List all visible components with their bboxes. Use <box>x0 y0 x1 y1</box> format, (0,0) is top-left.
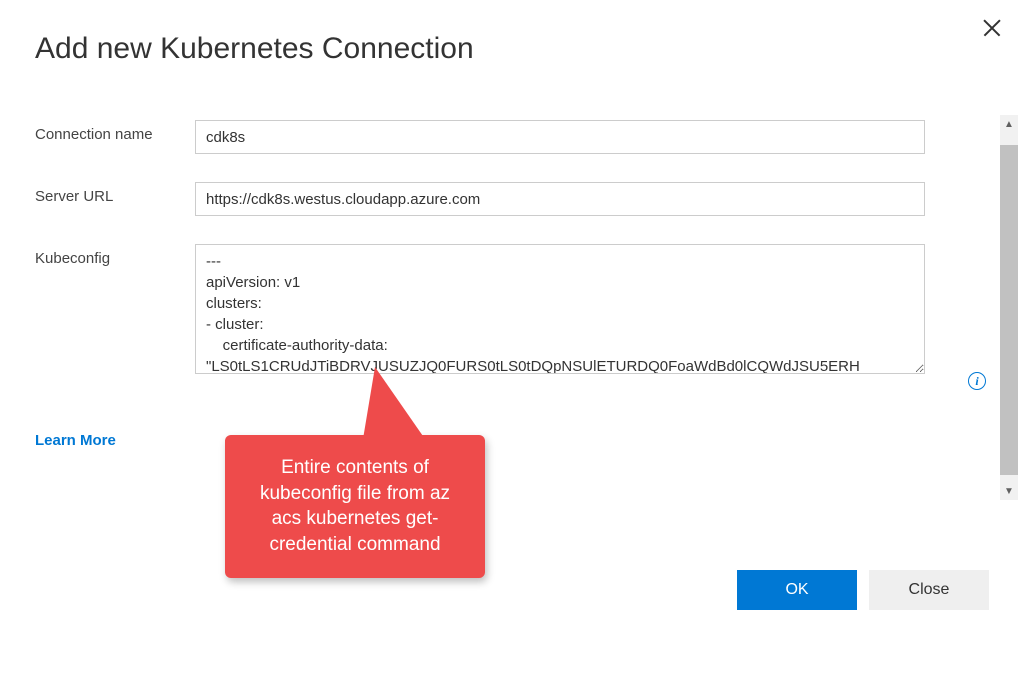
button-bar: OK Close <box>737 570 989 610</box>
callout-pointer-icon <box>363 367 425 439</box>
scrollbar-thumb[interactable] <box>1000 145 1018 475</box>
server-url-input[interactable] <box>195 182 925 216</box>
callout-text: Entire contents of kubeconfig file from … <box>260 457 450 555</box>
ok-button[interactable]: OK <box>737 570 857 610</box>
dialog-title: Add new Kubernetes Connection <box>0 0 1024 66</box>
scroll-up-arrow[interactable]: ▲ <box>1000 115 1018 133</box>
connection-name-input[interactable] <box>195 120 925 154</box>
close-icon[interactable] <box>982 18 1002 38</box>
annotation-callout: Entire contents of kubeconfig file from … <box>225 435 485 578</box>
close-button[interactable]: Close <box>869 570 989 610</box>
kubeconfig-textarea[interactable] <box>195 244 925 374</box>
form-area: Connection name Server URL Kubeconfig i … <box>35 120 984 450</box>
connection-name-label: Connection name <box>35 120 195 143</box>
scrollbar-track[interactable]: ▲ ▼ <box>1000 115 1018 500</box>
scroll-down-arrow[interactable]: ▼ <box>1000 482 1018 500</box>
connection-name-row: Connection name <box>35 120 984 154</box>
kubeconfig-row: Kubeconfig i <box>35 244 984 374</box>
learn-more-link[interactable]: Learn More <box>35 432 116 449</box>
kubeconfig-label: Kubeconfig <box>35 244 195 267</box>
server-url-row: Server URL <box>35 182 984 216</box>
info-icon[interactable]: i <box>968 372 986 390</box>
server-url-label: Server URL <box>35 182 195 205</box>
